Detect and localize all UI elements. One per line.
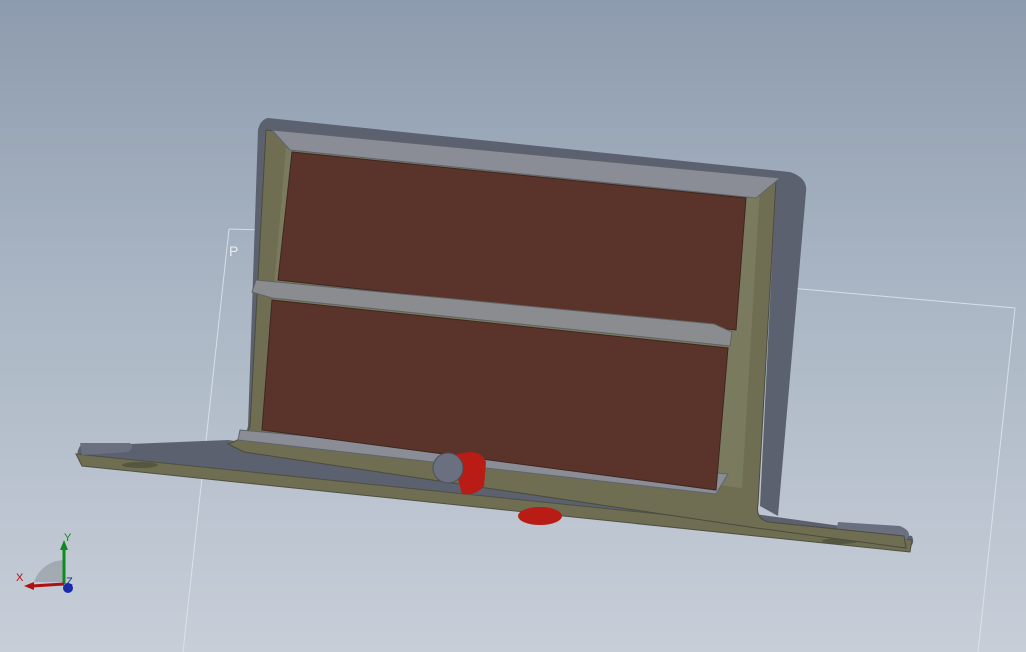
axis-y-label: Y [64,532,72,544]
axis-z-label: Z [66,576,73,588]
coordinate-triad-icon [14,530,84,600]
plane-label: P [229,243,239,259]
model-canvas[interactable] [0,0,1026,652]
graphics-viewport[interactable]: P X Y Z [0,0,1026,652]
axis-x-label: X [16,572,24,584]
